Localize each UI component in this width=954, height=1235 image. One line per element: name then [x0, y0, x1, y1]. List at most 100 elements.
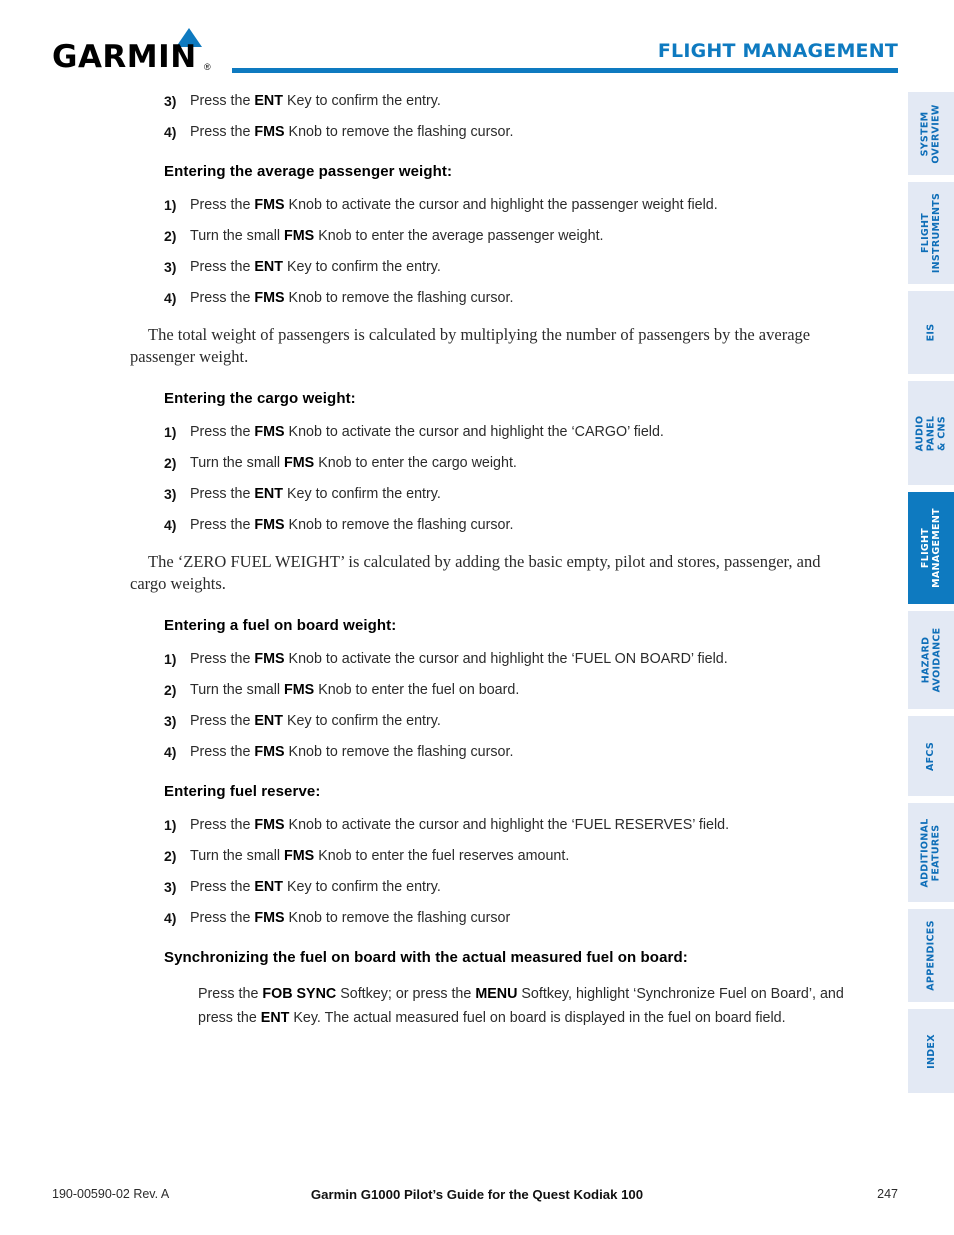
step-number: 4)	[164, 744, 177, 760]
softkey-name-fob-sync: FOB SYNC	[262, 986, 337, 1002]
numbered-step: 1) Press the FMS Knob to activate the cur…	[130, 816, 890, 834]
page-content: 3) Press the ENT Key to confirm the entry…	[0, 92, 900, 1030]
sidebar-tab-label: HAZARD AVOIDANCE	[920, 627, 943, 693]
section-heading: Entering fuel reserve:	[164, 783, 321, 800]
sidebar-tab-label: APPENDICES	[925, 920, 937, 991]
sidebar-tab-label: EIS	[925, 323, 937, 342]
key-name: FMS	[254, 744, 285, 760]
section-tab-sidebar[interactable]: SYSTEM OVERVIEW FLIGHT INSTRUMENTS EIS AUDI…	[908, 92, 954, 1100]
step-text: Press the FMS Knob to remove the flashin…	[190, 744, 514, 760]
sidebar-tab-label: INDEX	[925, 1033, 937, 1069]
sidebar-tab-afcs[interactable]: AFCS	[908, 716, 954, 796]
step-number: 2)	[164, 228, 177, 244]
key-name: ENT	[254, 259, 283, 275]
numbered-step: 4) Press the FMS Knob to remove the flash…	[130, 289, 890, 307]
step-text: Turn the small FMS Knob to enter the ave…	[190, 228, 604, 244]
sidebar-tab-system-overview[interactable]: SYSTEM OVERVIEW	[908, 92, 954, 175]
key-name: FMS	[254, 197, 285, 213]
step-text: Press the ENT Key to confirm the entry.	[190, 486, 441, 502]
key-name: FMS	[284, 682, 315, 698]
step-text: Press the ENT Key to confirm the entry.	[190, 259, 441, 275]
step-number: 2)	[164, 682, 177, 698]
page-header: GARMIN ® FLIGHT MANAGEMENT	[0, 0, 954, 86]
numbered-step: 3) Press the ENT Key to confirm the entry…	[130, 485, 890, 503]
sidebar-tab-appendices[interactable]: APPENDICES	[908, 909, 954, 1002]
step-number: 2)	[164, 455, 177, 471]
sidebar-tab-label: AUDIO PANEL & CNS	[914, 415, 948, 451]
registered-trademark-icon: ®	[204, 62, 211, 72]
step-text: Press the FMS Knob to remove the flashin…	[190, 290, 514, 306]
sidebar-tab-label: ADDITIONAL FEATURES	[920, 817, 943, 888]
step-text: Press the ENT Key to confirm the entry.	[190, 713, 441, 729]
key-name: ENT	[254, 879, 283, 895]
key-name: FMS	[284, 455, 315, 471]
numbered-step: 3) Press the ENT Key to confirm the entry…	[130, 712, 890, 730]
section-heading: Entering a fuel on board weight:	[164, 617, 397, 634]
step-number: 1)	[164, 197, 177, 213]
sidebar-tab-flight-management[interactable]: FLIGHT MANAGEMENT	[908, 492, 954, 604]
step-text: Press the FMS Knob to activate the curso…	[190, 424, 664, 440]
softkey-name-menu: MENU	[475, 986, 518, 1002]
numbered-step: 4) Press the FMS Knob to remove the flash…	[130, 909, 890, 927]
sidebar-tab-flight-instruments[interactable]: FLIGHT INSTRUMENTS	[908, 182, 954, 284]
step-text: Turn the small FMS Knob to enter the car…	[190, 455, 517, 471]
numbered-step: 3) Press the ENT Key to confirm the entry…	[130, 92, 890, 110]
key-name: FMS	[254, 290, 285, 306]
sidebar-tab-label: FLIGHT MANAGEMENT	[920, 508, 942, 588]
key-name: FMS	[254, 424, 285, 440]
numbered-step: 4) Press the FMS Knob to remove the flash…	[130, 123, 890, 141]
step-number: 3)	[164, 486, 177, 502]
section-heading: Entering the average passenger weight:	[164, 163, 453, 180]
numbered-step: 3) Press the ENT Key to confirm the entry…	[130, 258, 890, 276]
key-name: FMS	[254, 651, 285, 667]
numbered-step: 2) Turn the small FMS Knob to enter the f…	[130, 847, 890, 865]
sidebar-tab-index[interactable]: INDEX	[908, 1009, 954, 1093]
section-heading: Entering the cargo weight:	[164, 390, 356, 407]
step-text: Press the FMS Knob to activate the curso…	[190, 197, 718, 213]
key-name-ent: ENT	[260, 1010, 290, 1026]
sidebar-tab-additional-features[interactable]: ADDITIONAL FEATURES	[908, 803, 954, 902]
key-name: ENT	[254, 93, 283, 109]
step-number: 3)	[164, 713, 177, 729]
page-footer: 190-00590-02 Rev. A Garmin G1000 Pilot’s…	[0, 1187, 954, 1209]
page-title: FLIGHT MANAGEMENT	[657, 40, 898, 62]
step-text: Press the FMS Knob to activate the curso…	[190, 651, 728, 667]
step-text: Press the FMS Knob to remove the flashin…	[190, 910, 511, 926]
section-heading: Synchronizing the fuel on board with the…	[164, 949, 688, 966]
key-name: ENT	[254, 486, 283, 502]
step-text: Press the FMS Knob to remove the flashin…	[190, 124, 514, 140]
numbered-step: 3) Press the ENT Key to confirm the entry…	[130, 878, 890, 896]
sidebar-tab-eis[interactable]: EIS	[908, 291, 954, 374]
header-rule	[232, 68, 898, 73]
sidebar-tab-label: FLIGHT INSTRUMENTS	[920, 192, 943, 274]
key-name: FMS	[254, 124, 285, 140]
numbered-step: 2) Turn the small FMS Knob to enter the f…	[130, 681, 890, 699]
paragraph-passenger-weight: The total weight of passengers is calcul…	[130, 325, 811, 366]
step-number: 4)	[164, 290, 177, 306]
document-title: Garmin G1000 Pilot’s Guide for the Quest…	[310, 1187, 644, 1202]
step-number: 4)	[164, 517, 177, 533]
step-number: 1)	[164, 424, 177, 440]
numbered-step: 1) Press the FMS Knob to activate the cur…	[130, 423, 890, 441]
step-number: 2)	[164, 848, 177, 864]
numbered-step: 1) Press the FMS Knob to activate the cur…	[130, 650, 890, 668]
step-number: 3)	[164, 259, 177, 275]
step-text: Press the ENT Key to confirm the entry.	[190, 93, 441, 109]
numbered-step: 4) Press the FMS Knob to remove the flash…	[130, 516, 890, 534]
sidebar-tab-label: SYSTEM OVERVIEW	[920, 103, 943, 164]
key-name: FMS	[254, 910, 285, 926]
sidebar-tab-hazard-avoidance[interactable]: HAZARD AVOIDANCE	[908, 611, 954, 709]
page-number: 247	[877, 1187, 898, 1201]
step-text: Turn the small FMS Knob to enter the fue…	[190, 848, 570, 864]
step-text: Turn the small FMS Knob to enter the fue…	[190, 682, 520, 698]
step-text: Press the FMS Knob to remove the flashin…	[190, 517, 514, 533]
step-number: 3)	[164, 93, 177, 109]
sidebar-tab-audio-panel-cns[interactable]: AUDIO PANEL & CNS	[908, 381, 954, 485]
step-text: Press the ENT Key to confirm the entry.	[190, 879, 441, 895]
step-number: 1)	[164, 651, 177, 667]
step-number: 4)	[164, 124, 177, 140]
paragraph-fob-sync: Press the FOB SYNC Softkey; or press the…	[198, 986, 844, 1026]
garmin-logo-text: GARMIN	[52, 39, 197, 75]
numbered-step: 1) Press the FMS Knob to activate the cur…	[130, 196, 890, 214]
key-name: FMS	[284, 228, 315, 244]
